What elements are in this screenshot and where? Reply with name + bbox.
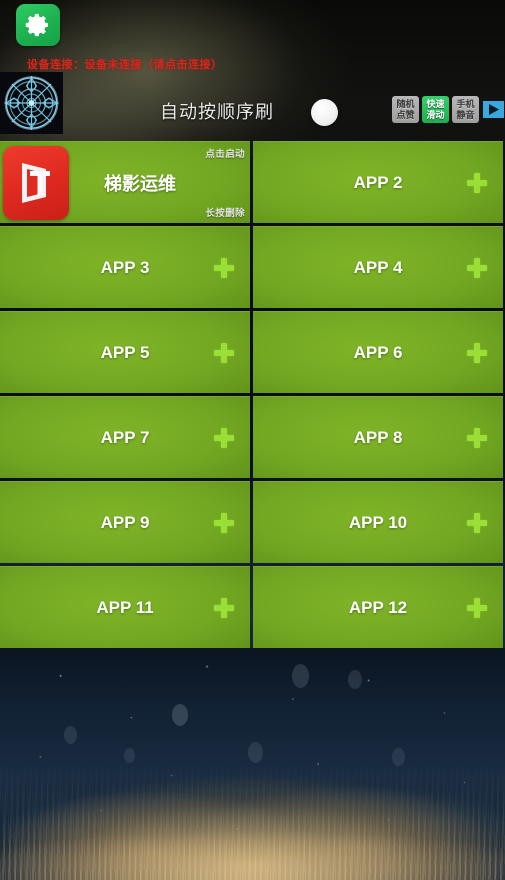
app-card-4[interactable]: APP 4 bbox=[253, 226, 503, 308]
auto-sequence-mode-label: 自动按顺序刷 bbox=[160, 102, 274, 122]
app-card-4-title: APP 4 bbox=[353, 257, 403, 277]
app-card-9-title: APP 9 bbox=[100, 512, 150, 532]
gear-icon bbox=[24, 11, 52, 39]
add-app-icon[interactable] bbox=[214, 427, 234, 448]
app-grid: 点击启动 梯影运维 长按删除 APP 2 APP 3 APP 4 APP 5 A… bbox=[0, 141, 505, 648]
app-card-6-title: APP 6 bbox=[353, 342, 403, 362]
app-card-11[interactable]: APP 11 bbox=[0, 566, 250, 648]
add-app-icon[interactable] bbox=[214, 512, 234, 533]
app-card-1[interactable]: 点击启动 梯影运维 长按删除 bbox=[0, 141, 250, 223]
ember-particles-background bbox=[0, 648, 505, 880]
app-card-10[interactable]: APP 10 bbox=[253, 481, 503, 563]
app-card-10-title: APP 10 bbox=[348, 512, 408, 532]
app-card-3-title: APP 3 bbox=[100, 257, 150, 277]
badge-random-like-line2: 点赞 bbox=[396, 109, 415, 120]
badge-fast-swipe[interactable]: 快速 滑动 bbox=[422, 96, 449, 123]
badge-phone-mute-line2: 静音 bbox=[456, 109, 475, 120]
play-icon[interactable] bbox=[482, 99, 505, 121]
app-card-1-title: 梯影运维 bbox=[104, 173, 176, 194]
app-card-6[interactable]: APP 6 bbox=[253, 311, 503, 393]
app-card-7-title: APP 7 bbox=[100, 427, 150, 447]
add-app-icon[interactable] bbox=[214, 597, 234, 618]
badge-phone-mute[interactable]: 手机 静音 bbox=[452, 96, 479, 123]
add-app-icon[interactable] bbox=[467, 257, 487, 278]
add-app-icon[interactable] bbox=[214, 257, 234, 278]
auto-sequence-toggle[interactable] bbox=[311, 99, 338, 126]
add-app-icon[interactable] bbox=[467, 597, 487, 618]
badge-phone-mute-line1: 手机 bbox=[456, 98, 475, 109]
app-card-9[interactable]: APP 9 bbox=[0, 481, 250, 563]
hint-long-press-delete: 长按删除 bbox=[205, 208, 245, 219]
add-app-icon[interactable] bbox=[467, 512, 487, 533]
hint-tap-to-start: 点击启动 bbox=[205, 149, 245, 160]
device-connection-status[interactable]: 设备连接：设备未连接（请点击连接） bbox=[27, 56, 223, 72]
add-app-icon[interactable] bbox=[467, 427, 487, 448]
app-root: 设备连接：设备未连接（请点击连接） 自动按顺序刷 随机 点赞 快速 滑动 手机 … bbox=[0, 0, 505, 880]
app-card-8-title: APP 8 bbox=[353, 427, 403, 447]
app-card-12[interactable]: APP 12 bbox=[253, 566, 503, 648]
app-card-11-title: APP 11 bbox=[96, 597, 154, 617]
settings-button[interactable] bbox=[16, 4, 60, 46]
app-card-5-title: APP 5 bbox=[100, 342, 150, 362]
badge-fast-swipe-line2: 滑动 bbox=[426, 109, 445, 120]
add-app-icon[interactable] bbox=[467, 342, 487, 363]
badge-fast-swipe-line1: 快速 bbox=[426, 98, 445, 109]
app-card-12-title: APP 12 bbox=[348, 597, 408, 617]
app-card-2[interactable]: APP 2 bbox=[253, 141, 503, 223]
app-card-5[interactable]: APP 5 bbox=[0, 311, 250, 393]
feature-badges: 随机 点赞 快速 滑动 手机 静音 bbox=[392, 96, 505, 123]
app-card-8[interactable]: APP 8 bbox=[253, 396, 503, 478]
add-app-icon[interactable] bbox=[467, 172, 487, 193]
badge-random-like[interactable]: 随机 点赞 bbox=[392, 96, 419, 123]
app-card-3[interactable]: APP 3 bbox=[0, 226, 250, 308]
app-card-7[interactable]: APP 7 bbox=[0, 396, 250, 478]
compass-icon[interactable] bbox=[0, 72, 63, 134]
app-card-2-title: APP 2 bbox=[353, 172, 403, 192]
badge-random-like-line1: 随机 bbox=[396, 98, 415, 109]
add-app-icon[interactable] bbox=[214, 342, 234, 363]
